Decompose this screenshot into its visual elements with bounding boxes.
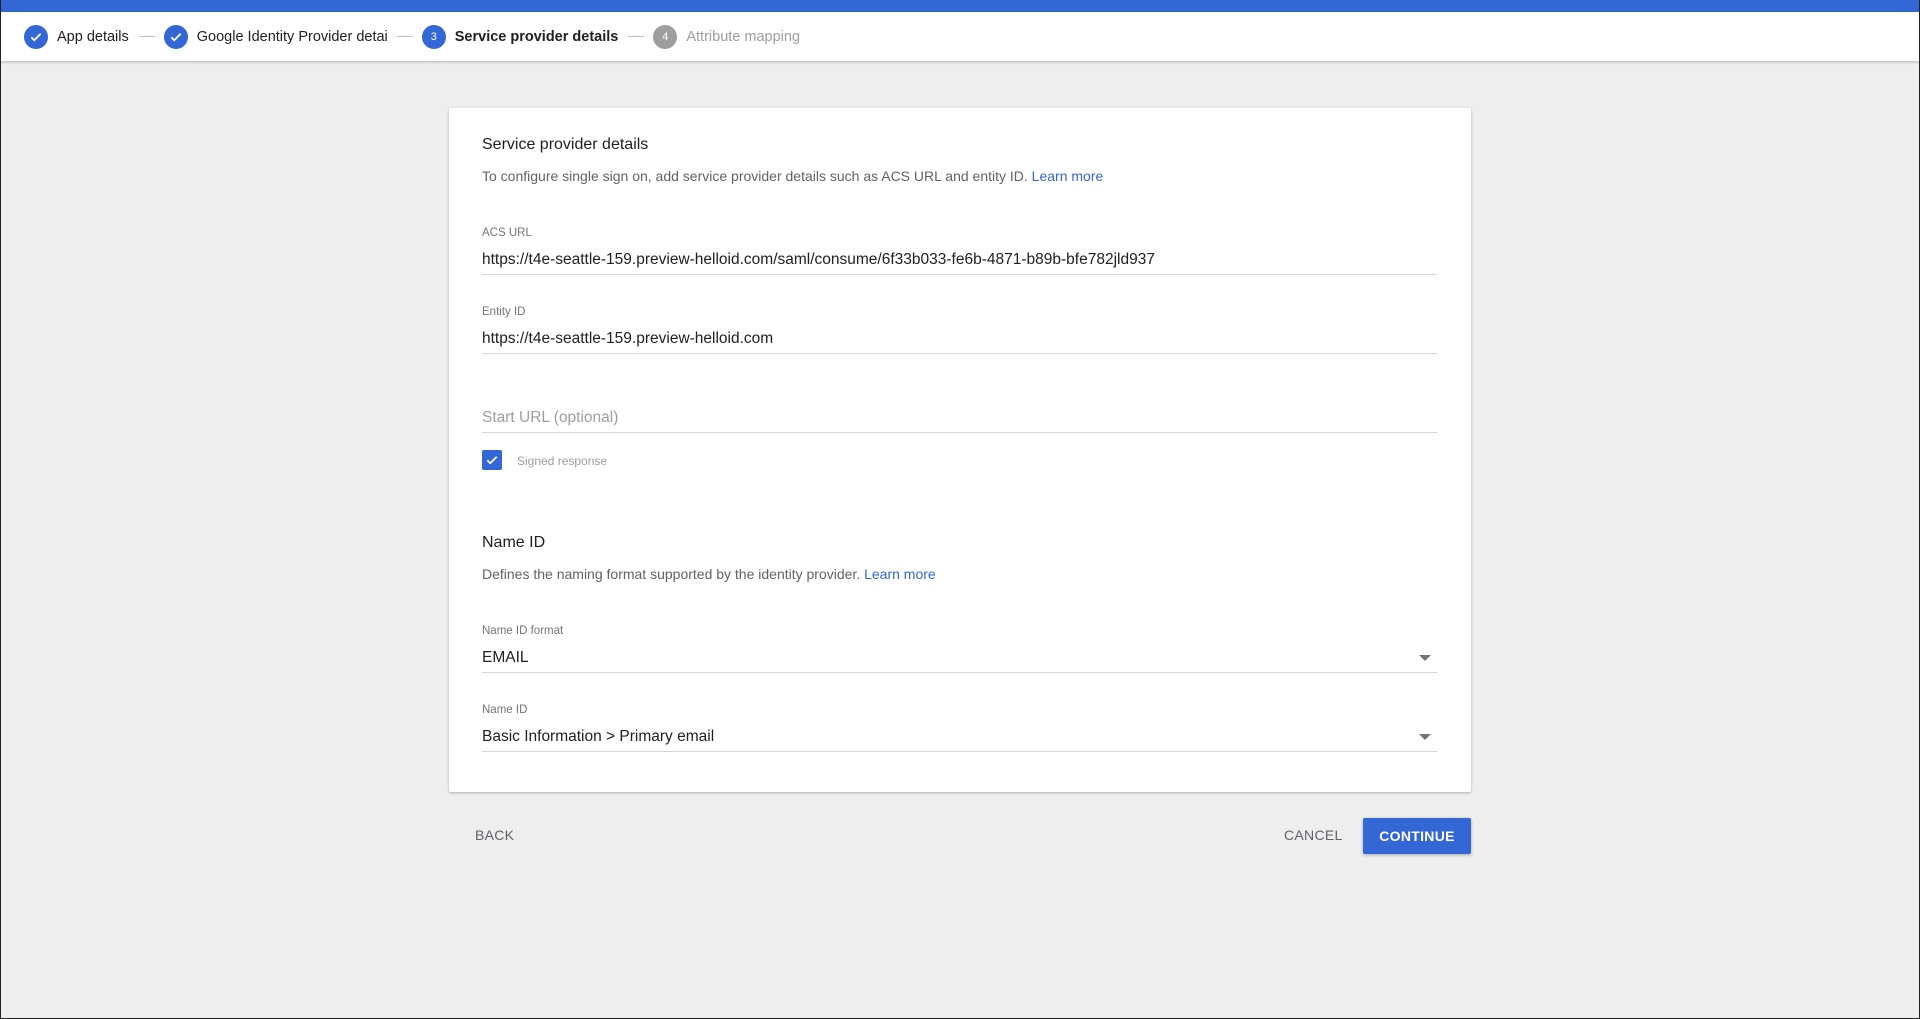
section-description: To configure single sign on, add service… [482, 168, 1104, 184]
section-title: Service provider details [482, 136, 649, 153]
signed-response-checkbox[interactable] [482, 450, 502, 470]
step-label: Attribute mapping [686, 28, 801, 45]
signed-response-label: Signed response [517, 454, 608, 468]
step-label: Google Identity Provider details [196, 28, 387, 45]
check-icon [486, 456, 498, 465]
acs-url-input[interactable]: https://t4e-seattle-159.preview-helloid.… [482, 251, 1155, 269]
name-id-format-select[interactable]: EMAIL [482, 649, 529, 667]
service-provider-card: Service provider details To configure si… [449, 108, 1471, 792]
step-connector [396, 36, 413, 37]
entity-id-input[interactable]: https://t4e-seattle-159.preview-helloid.… [482, 330, 773, 348]
field-underline [482, 672, 1437, 673]
name-id-format-label: Name ID format [482, 625, 564, 637]
step-connector [628, 36, 645, 37]
stepper: App details Google Identity Provider det… [0, 12, 1920, 61]
step-number-badge: 4 [653, 24, 678, 49]
step-number-badge: 3 [421, 24, 446, 49]
step-google-idp-details[interactable]: Google Identity Provider details [163, 24, 387, 49]
name-id-label: Name ID [482, 704, 528, 716]
field-underline [482, 751, 1437, 752]
back-button[interactable]: BACK [475, 827, 514, 843]
acs-url-label: ACS URL [482, 227, 532, 239]
field-underline [482, 432, 1437, 433]
chevron-down-icon[interactable] [1419, 655, 1431, 661]
learn-more-link[interactable]: Learn more [864, 566, 936, 582]
step-attribute-mapping: 4 Attribute mapping [653, 24, 801, 49]
field-underline [482, 353, 1437, 354]
continue-button[interactable]: CONTINUE [1363, 818, 1471, 854]
top-accent-bar [0, 0, 1920, 12]
step-label: Service provider details [454, 28, 619, 45]
step-label: App details [57, 28, 129, 45]
step-service-provider-details[interactable]: 3 Service provider details [421, 24, 619, 49]
step-connector [138, 36, 155, 37]
chevron-down-icon[interactable] [1419, 734, 1431, 740]
name-id-title: Name ID [482, 534, 546, 551]
entity-id-label: Entity ID [482, 306, 526, 318]
cancel-button[interactable]: CANCEL [1284, 827, 1343, 843]
start-url-input[interactable]: Start URL (optional) [482, 409, 618, 427]
name-id-select[interactable]: Basic Information > Primary email [482, 728, 714, 746]
learn-more-link[interactable]: Learn more [1032, 168, 1104, 184]
step-app-details[interactable]: App details [24, 24, 129, 49]
field-underline [482, 274, 1437, 275]
check-icon [163, 24, 188, 49]
check-icon [24, 24, 48, 49]
name-id-description: Defines the naming format supported by t… [482, 566, 936, 582]
